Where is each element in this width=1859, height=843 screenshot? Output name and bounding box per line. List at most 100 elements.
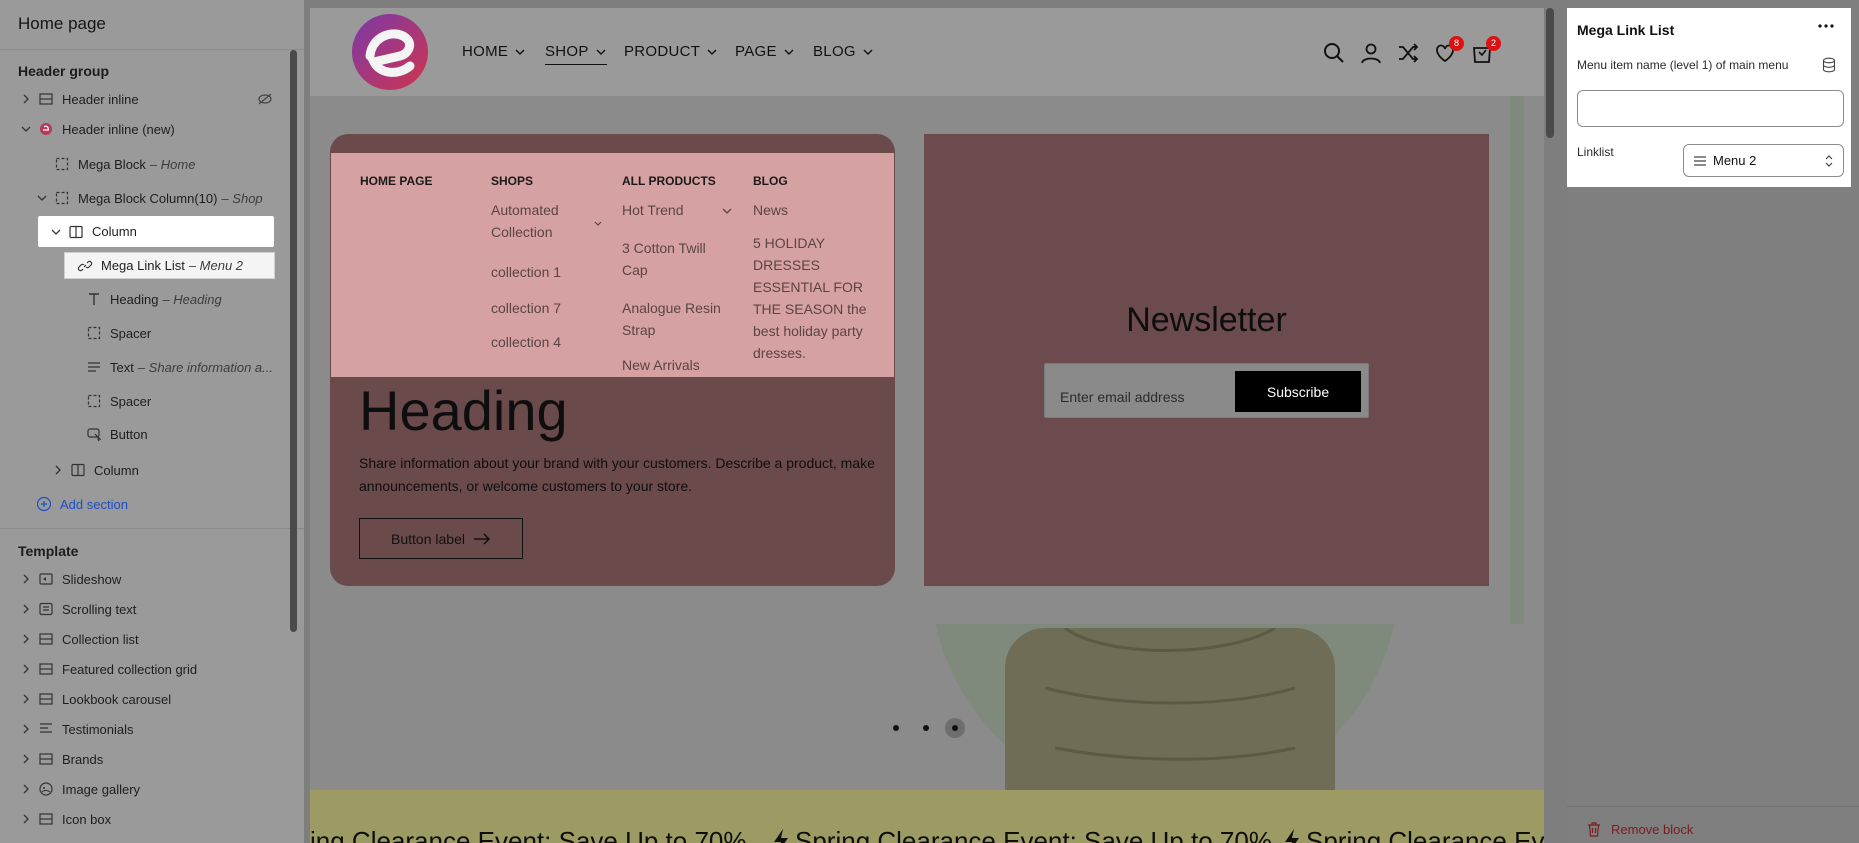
sidebar-item-mega-block-column[interactable]: Mega Block Column(10) – Shop [34, 184, 284, 212]
spacer-icon [86, 325, 102, 341]
chevron-down-icon [707, 49, 717, 55]
template-item-label: Slideshow [62, 571, 122, 587]
nav-shop[interactable]: SHOP [545, 43, 607, 65]
mega-link[interactable]: 3 Cotton Twill Cap [622, 237, 722, 281]
add-section-button[interactable]: Add section [36, 490, 236, 518]
template-item[interactable]: Featured collection grid [18, 655, 278, 683]
template-item[interactable]: Icon box [18, 805, 278, 833]
wishlist-count-badge: 8 [1449, 36, 1464, 51]
slider-dot-active[interactable] [945, 718, 965, 738]
section-icon [38, 91, 54, 107]
mega-link[interactable]: News [753, 199, 788, 221]
select-updown-icon [1825, 155, 1833, 167]
dynamic-source-icon[interactable] [1822, 57, 1836, 73]
template-item[interactable]: Brands [18, 745, 278, 773]
mega-col-heading-products[interactable]: ALL PRODUCTS [622, 174, 716, 188]
mega-link[interactable]: collection 4 [491, 331, 561, 353]
mega-col-heading-shops[interactable]: SHOPS [491, 174, 533, 188]
add-section-label: Add section [60, 496, 128, 512]
sidebar-item-column-selected[interactable]: Column [38, 216, 274, 247]
chevron-down-icon[interactable] [48, 224, 64, 240]
mega-link[interactable]: collection 7 [491, 297, 561, 319]
section-icon [38, 811, 54, 827]
template-item[interactable]: Scrolling text [18, 595, 278, 623]
email-input[interactable]: Enter email address [1060, 389, 1185, 405]
slider-dot[interactable] [893, 725, 899, 731]
chevron-right-icon[interactable] [18, 571, 34, 587]
chevron-down-icon[interactable] [18, 121, 34, 137]
template-item-label: Image gallery [62, 781, 141, 797]
mega-col-heading-home[interactable]: HOME PAGE [360, 174, 432, 188]
nav-product[interactable]: PRODUCT [624, 43, 718, 60]
page-title: Home page [18, 14, 106, 33]
nav-label: HOME [462, 43, 509, 60]
sidebar-item-button[interactable]: Button [82, 420, 282, 448]
template-item[interactable]: Slideshow [18, 565, 278, 593]
preview-scrollbar[interactable] [1546, 8, 1554, 138]
chevron-right-icon[interactable] [18, 751, 34, 767]
sidebar-item-label: Mega Block [78, 156, 146, 172]
section-icon [38, 691, 54, 707]
chevron-right-icon[interactable] [18, 781, 34, 797]
chevron-right-icon[interactable] [18, 721, 34, 737]
sidebar-scrollbar[interactable] [290, 50, 297, 632]
chevron-right-icon[interactable] [50, 462, 66, 478]
column-icon [70, 462, 86, 478]
sidebar-item-mega-block[interactable]: Mega Block – Home [50, 150, 280, 178]
nav-home[interactable]: HOME [462, 43, 526, 60]
template-item-label: Brands [62, 751, 104, 767]
section-icon [38, 781, 54, 797]
sidebar-item-mega-link-list[interactable]: Mega Link List – Menu 2 [64, 252, 275, 279]
template-item[interactable]: Lookbook carousel [18, 685, 278, 713]
column-button[interactable]: Button label [359, 518, 523, 559]
column-heading: Heading [359, 379, 568, 442]
more-options-icon[interactable] [1817, 20, 1835, 32]
chevron-right-icon[interactable] [18, 601, 34, 617]
sidebar-item-header-inline-new[interactable]: Header inline (new) [18, 115, 273, 143]
chevron-down-icon [515, 49, 525, 55]
mega-link[interactable]: Hot Trend [622, 199, 683, 221]
menu-item-name-input[interactable] [1577, 90, 1844, 127]
template-item[interactable]: Image gallery [18, 775, 278, 803]
sidebar-item-spacer[interactable]: Spacer [82, 319, 282, 347]
compare-shuffle-icon[interactable] [1396, 41, 1420, 65]
subscribe-button[interactable]: Subscribe [1235, 371, 1361, 412]
chevron-down-icon [784, 49, 794, 55]
sidebar-item-heading[interactable]: Heading – Heading [82, 285, 282, 313]
section-icon [38, 601, 54, 617]
account-icon[interactable] [1359, 41, 1383, 65]
eye-off-icon[interactable] [257, 91, 273, 107]
scrolling-text-bar: ing Clearance Event: Save Up to 70% Spri… [310, 790, 1544, 843]
nav-blog[interactable]: BLOG [813, 43, 874, 60]
sidebar-item-sub: – Heading [162, 291, 222, 307]
sidebar-item-column[interactable]: Column [50, 456, 280, 484]
chevron-right-icon[interactable] [18, 91, 34, 107]
sidebar-item-header-inline[interactable]: Header inline [18, 85, 273, 113]
mega-link[interactable]: Analogue Resin Strap [622, 297, 727, 341]
chevron-down-icon [596, 49, 606, 55]
mega-col-heading-blog[interactable]: BLOG [753, 174, 788, 188]
chevron-right-icon[interactable] [18, 691, 34, 707]
sidebar-item-label: Mega Link List [101, 258, 185, 273]
slider-dot[interactable] [923, 725, 929, 731]
mega-link[interactable]: Automated Collection [491, 199, 581, 243]
remove-block-button[interactable]: Remove block [1587, 822, 1693, 837]
section-icon [38, 571, 54, 587]
search-icon[interactable] [1322, 41, 1346, 65]
linklist-select[interactable]: Menu 2 [1683, 144, 1844, 177]
store-header: HOME SHOP PRODUCT PAGE BLOG 8 2 [310, 8, 1544, 96]
nav-page[interactable]: PAGE [735, 43, 795, 60]
chevron-down-icon[interactable] [34, 190, 50, 206]
block-icon [54, 190, 70, 206]
mega-link[interactable]: collection 1 [491, 261, 561, 283]
template-item[interactable]: Testimonials [18, 715, 278, 743]
chevron-right-icon[interactable] [18, 661, 34, 677]
template-item[interactable]: Collection list [18, 625, 278, 653]
mega-link[interactable]: 5 HOLIDAY DRESSES ESSENTIAL FOR THE SEAS… [753, 232, 871, 364]
mega-link[interactable]: New Arrivals [622, 354, 700, 376]
sidebar-item-text[interactable]: Text – Share information a... [82, 353, 282, 381]
store-logo-icon[interactable] [350, 12, 430, 92]
chevron-right-icon[interactable] [18, 631, 34, 647]
sidebar-item-spacer[interactable]: Spacer [82, 387, 282, 415]
chevron-right-icon[interactable] [18, 811, 34, 827]
